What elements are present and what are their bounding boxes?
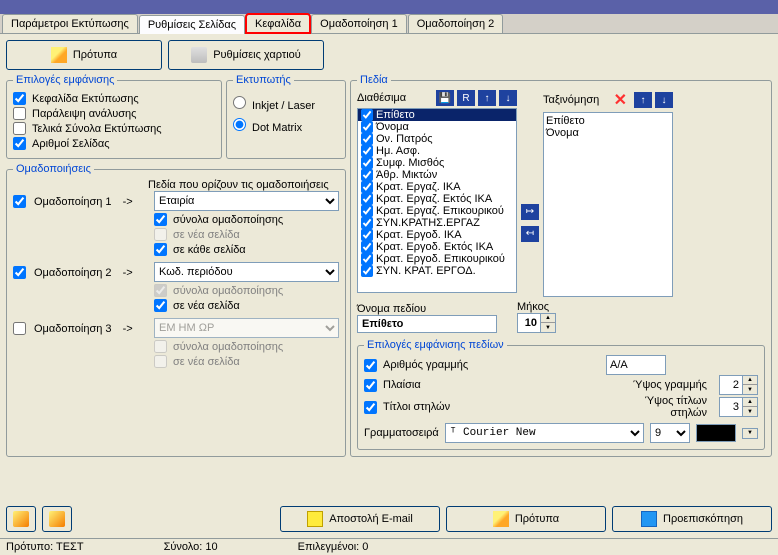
preview-button[interactable]: Προεπισκόπηση bbox=[612, 506, 772, 532]
side-icon-1 bbox=[13, 511, 29, 527]
tab-grouping-2[interactable]: Ομαδοποίηση 2 bbox=[408, 14, 504, 33]
chk-skip-analysis[interactable]: Παράλειψη ανάλυσης bbox=[13, 107, 215, 120]
sort-down-icon[interactable]: ↓ bbox=[655, 92, 673, 108]
sort-item[interactable]: Όνομα bbox=[546, 127, 670, 139]
available-listbox[interactable]: Επίθετο Όνομα Ον. Πατρός Ημ. Ασφ. Συμφ. … bbox=[357, 108, 517, 293]
chk-g3-totals: σύνολα ομαδοποίησης bbox=[154, 340, 339, 353]
title-height-spinner[interactable]: ▲▼ bbox=[719, 397, 758, 417]
available-item[interactable]: Κρατ. Εργαζ. Επικουρικού bbox=[358, 205, 516, 217]
display-options-fieldset: Επιλογές εμφάνισης Κεφαλίδα Εκτύπωσης Πα… bbox=[6, 74, 222, 159]
available-item[interactable]: Ημ. Ασφ. bbox=[358, 145, 516, 157]
display-options-legend: Επιλογές εμφάνισης bbox=[13, 74, 117, 86]
paper-icon bbox=[191, 47, 207, 63]
font-select[interactable]: ᵀ Courier New bbox=[445, 423, 644, 443]
move-right-icon[interactable]: ↦ bbox=[521, 204, 539, 220]
available-item[interactable]: ΣΥΝ.ΚΡΑΤΗΣ.ΕΡΓΑΖ bbox=[358, 217, 516, 229]
field-name-input[interactable]: Επίθετο bbox=[357, 315, 497, 333]
chk-col-titles[interactable]: Τίτλοι στηλών bbox=[364, 401, 594, 414]
sort-item[interactable]: Επίθετο bbox=[546, 115, 670, 127]
email-button[interactable]: Αποστολή E-mail bbox=[280, 506, 440, 532]
chk-g1-totals[interactable]: σύνολα ομαδοποίησης bbox=[154, 213, 339, 226]
available-item[interactable]: Κρατ. Εργοδ. ΙΚΑ bbox=[358, 229, 516, 241]
radio-inkjet[interactable]: Inkjet / Laser bbox=[233, 100, 315, 112]
chk-print-header[interactable]: Κεφαλίδα Εκτύπωσης bbox=[13, 92, 215, 105]
field-display-legend: Επιλογές εμφάνισης πεδίων bbox=[364, 339, 507, 351]
chk-g2-newpage[interactable]: σε νέα σελίδα bbox=[154, 299, 339, 312]
available-label: Διαθέσιμα bbox=[357, 92, 406, 104]
templates-button-2[interactable]: Πρότυπα bbox=[446, 506, 606, 532]
template-icon bbox=[51, 47, 67, 63]
row-height-spinner[interactable]: ▲▼ bbox=[719, 375, 758, 395]
tab-header[interactable]: Κεφαλίδα bbox=[246, 14, 310, 33]
chk-g1-everypage[interactable]: σε κάθε σελίδα bbox=[154, 243, 339, 256]
row-height-label: Ύψος γραμμής bbox=[633, 379, 707, 391]
side-button-2[interactable] bbox=[42, 506, 72, 532]
tab-print-params[interactable]: Παράμετροι Εκτύπωσης bbox=[2, 14, 138, 33]
length-spinner[interactable]: ▲▼ bbox=[517, 313, 556, 333]
available-item[interactable]: Επίθετο bbox=[358, 109, 516, 121]
title-height-label: Ύψος τίτλων στηλών bbox=[645, 395, 707, 419]
fields-fieldset: Πεδία Διαθέσιμα 💾 R ↑ ↓ Επίθετο Όνομα Ον… bbox=[350, 74, 772, 457]
move-left-icon[interactable]: ↤ bbox=[521, 226, 539, 242]
side-button-1[interactable] bbox=[6, 506, 36, 532]
grouping-fieldset: Ομαδοποιήσεις Πεδία που ορίζουν τις ομαδ… bbox=[6, 163, 346, 457]
status-bar: Πρότυπο: ΤΕΣΤ Σύνολο: 10 Επιλεγμένοι: 0 bbox=[0, 538, 778, 555]
available-item[interactable]: Άθρ. Μικτών bbox=[358, 169, 516, 181]
font-size-select[interactable]: 9 bbox=[650, 423, 690, 443]
avail-down-icon[interactable]: ↓ bbox=[499, 90, 517, 106]
mail-icon bbox=[307, 511, 323, 527]
tab-page-settings[interactable]: Ρυθμίσεις Σελίδας bbox=[139, 15, 245, 34]
available-item[interactable]: Συμφ. Μισθός bbox=[358, 157, 516, 169]
side-icon-2 bbox=[49, 511, 65, 527]
available-item[interactable]: ΣΥΝ. ΚΡΑΤ. ΕΡΓΟΔ. bbox=[358, 265, 516, 277]
avail-rec-icon[interactable]: R bbox=[457, 90, 475, 106]
chk-g1-newpage: σε νέα σελίδα bbox=[154, 228, 339, 241]
status-selected: Επιλεγμένοι: 0 bbox=[298, 541, 369, 553]
available-item[interactable]: Ον. Πατρός bbox=[358, 133, 516, 145]
select-group-1[interactable]: Εταιρία bbox=[154, 191, 339, 211]
available-item[interactable]: Κρατ. Εργαζ. ΙΚΑ bbox=[358, 181, 516, 193]
font-label: Γραμματοσειρά bbox=[364, 427, 439, 439]
grouping-fields-label: Πεδία που ορίζουν τις ομαδοποιήσεις bbox=[148, 179, 329, 191]
screen-icon bbox=[641, 511, 657, 527]
avail-up-icon[interactable]: ↑ bbox=[478, 90, 496, 106]
avail-save-icon[interactable]: 💾 bbox=[436, 90, 454, 106]
available-item[interactable]: Κρατ. Εργαζ. Εκτός ΙΚΑ bbox=[358, 193, 516, 205]
field-name-label: Όνομα πεδίου bbox=[357, 303, 497, 315]
sort-listbox[interactable]: ΕπίθετοΌνομα bbox=[543, 112, 673, 297]
chk-page-numbers[interactable]: Αριθμοί Σελίδας bbox=[13, 137, 215, 150]
font-color-swatch[interactable] bbox=[696, 424, 736, 442]
chk-group-2[interactable]: Ομαδοποίηση 2 -> bbox=[13, 266, 148, 279]
select-group-3: ΕΜ ΗΜ ΩΡ bbox=[154, 318, 339, 338]
length-label: Μήκος bbox=[517, 301, 556, 313]
radio-dotmatrix[interactable]: Dot Matrix bbox=[233, 122, 302, 134]
available-item[interactable]: Κρατ. Εργοδ. Επικουρικού bbox=[358, 253, 516, 265]
grouping-legend: Ομαδοποιήσεις bbox=[13, 163, 94, 175]
chk-g2-totals: σύνολα ομαδοποίησης bbox=[154, 284, 339, 297]
tab-bar: Παράμετροι Εκτύπωσης Ρυθμίσεις Σελίδας Κ… bbox=[0, 14, 778, 34]
sort-up-icon[interactable]: ↑ bbox=[634, 92, 652, 108]
templates-button[interactable]: Πρότυπα bbox=[6, 40, 162, 70]
select-group-2[interactable]: Κωδ. περιόδου bbox=[154, 262, 339, 282]
chk-final-totals[interactable]: Τελικά Σύνολα Εκτύπωσης bbox=[13, 122, 215, 135]
sort-label: Ταξινόμηση bbox=[543, 94, 599, 106]
printer-legend: Εκτυπωτής bbox=[233, 74, 294, 86]
field-display-fieldset: Επιλογές εμφάνισης πεδίων Αριθμός γραμμή… bbox=[357, 339, 765, 450]
fields-legend: Πεδία bbox=[357, 74, 391, 86]
paper-settings-button[interactable]: Ρυθμίσεις χαρτιού bbox=[168, 40, 324, 70]
chk-g3-newpage: σε νέα σελίδα bbox=[154, 355, 339, 368]
status-total: Σύνολο: 10 bbox=[164, 541, 218, 553]
status-template: Πρότυπο: ΤΕΣΤ bbox=[6, 541, 84, 553]
available-item[interactable]: Όνομα bbox=[358, 121, 516, 133]
chk-group-3[interactable]: Ομαδοποίηση 3 -> bbox=[13, 322, 148, 335]
chk-frames[interactable]: Πλαίσια bbox=[364, 379, 594, 392]
chk-group-1[interactable]: Ομαδοποίηση 1 -> bbox=[13, 195, 148, 208]
template-icon-2 bbox=[493, 511, 509, 527]
delete-sort-icon[interactable]: ✕ bbox=[610, 90, 631, 110]
tab-grouping-1[interactable]: Ομαδοποίηση 1 bbox=[311, 14, 407, 33]
row-number-input[interactable] bbox=[606, 355, 666, 375]
printer-fieldset: Εκτυπωτής Inkjet / Laser Dot Matrix bbox=[226, 74, 346, 159]
chk-row-number[interactable]: Αριθμός γραμμής bbox=[364, 359, 594, 372]
available-item[interactable]: Κρατ. Εργοδ. Εκτός ΙΚΑ bbox=[358, 241, 516, 253]
